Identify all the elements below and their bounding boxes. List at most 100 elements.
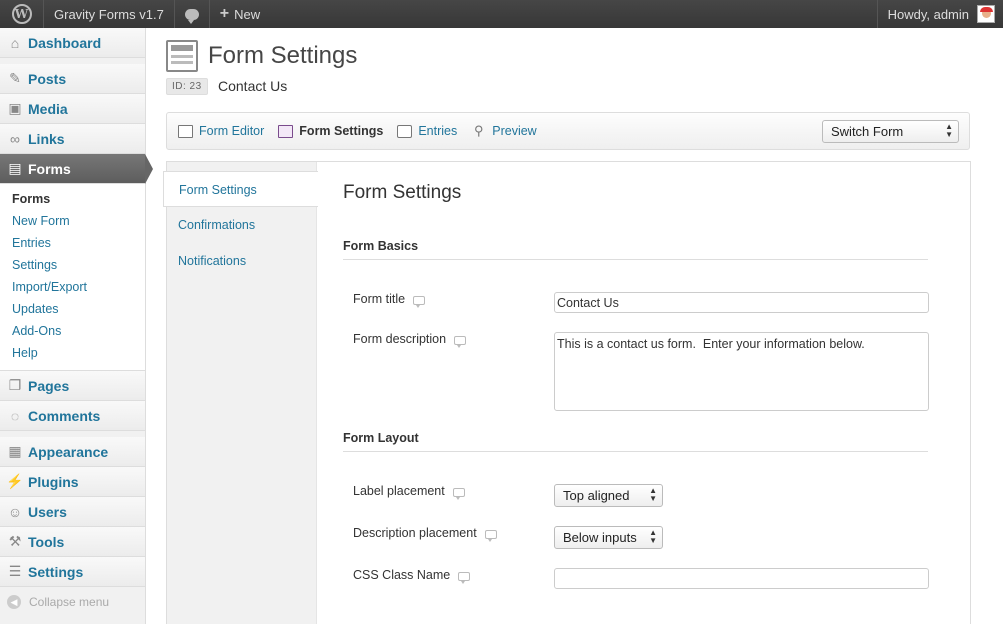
label-placement-row: Label placement Top aligned ▲ ▼ xyxy=(343,484,928,526)
toolbar-label: Entries xyxy=(418,124,458,138)
form-description-label: Form description xyxy=(353,332,467,348)
menu-appearance[interactable]: ▦ Appearance xyxy=(0,437,145,467)
toolbar-entries[interactable]: Entries xyxy=(397,124,457,138)
form-layout-title: Form Layout xyxy=(343,431,928,452)
description-placement-select[interactable]: Below inputs ▲ ▼ xyxy=(554,526,663,549)
menu-tools[interactable]: ⚒ Tools xyxy=(0,527,145,557)
plugins-icon: ⚡ xyxy=(6,473,24,489)
wordpress-icon: W xyxy=(11,4,32,24)
entries-icon xyxy=(397,124,413,138)
forms-icon: ▤ xyxy=(8,160,22,176)
comment-bubble-icon xyxy=(184,8,199,24)
menu-label: Links xyxy=(28,130,65,147)
new-label: New xyxy=(234,6,261,22)
tab-confirmations[interactable]: Confirmations xyxy=(167,207,316,243)
label-placement-select[interactable]: Top aligned ▲ ▼ xyxy=(554,484,663,507)
users-icon: ☺ xyxy=(7,503,23,520)
tooltip-icon[interactable] xyxy=(454,335,467,348)
css-class-row: CSS Class Name xyxy=(343,568,929,608)
pin-icon: ✎ xyxy=(9,70,21,86)
menu-label: Forms xyxy=(28,160,71,177)
label-text: Label placement xyxy=(353,484,445,498)
tab-form-settings[interactable]: Form Settings xyxy=(163,171,318,207)
submenu-help[interactable]: Help xyxy=(0,342,145,364)
select-arrows-icon: ▲ ▼ xyxy=(649,528,657,545)
toolbar-form-editor[interactable]: Form Editor xyxy=(178,124,264,138)
new-content-button[interactable]: + New xyxy=(210,0,270,28)
select-value: Top aligned xyxy=(563,488,630,503)
tooltip-icon[interactable] xyxy=(458,571,471,584)
description-placement-label: Description placement xyxy=(353,526,497,542)
menu-label: Media xyxy=(28,100,68,117)
form-settings-title-icon xyxy=(166,40,198,72)
appearance-icon: ▦ xyxy=(8,443,22,459)
page-title: Form Settings xyxy=(208,42,358,69)
collapse-menu-button[interactable]: ◀ Collapse menu xyxy=(0,587,145,617)
menu-label: Dashboard xyxy=(28,34,102,51)
menu-users[interactable]: ☺ Users xyxy=(0,497,145,527)
form-description-row: Form description This is a contact us fo… xyxy=(343,332,929,431)
menu-label: Posts xyxy=(28,70,67,87)
submenu-forms[interactable]: Forms xyxy=(0,188,145,210)
pages-icon: ❐ xyxy=(8,377,22,393)
tab-notifications[interactable]: Notifications xyxy=(167,243,316,279)
site-name: Gravity Forms v1.7 xyxy=(54,6,164,22)
menu-settings[interactable]: ☰ Settings xyxy=(0,557,145,587)
dashboard-icon: ⌂ xyxy=(10,34,20,51)
toolbar-form-settings[interactable]: Form Settings xyxy=(278,124,383,138)
toolbar-label: Form Editor xyxy=(199,124,265,138)
submenu-updates[interactable]: Updates xyxy=(0,298,145,320)
tooltip-icon[interactable] xyxy=(484,529,497,542)
tooltip-icon[interactable] xyxy=(452,487,465,500)
tooltip-icon[interactable] xyxy=(413,295,426,308)
select-value: Below inputs xyxy=(563,530,637,545)
collapse-arrow-icon: ◀ xyxy=(7,595,21,609)
menu-label: Users xyxy=(28,503,67,520)
plus-icon: + xyxy=(219,5,230,22)
settings-heading: Form Settings xyxy=(343,182,462,203)
menu-pages[interactable]: ❐ Pages xyxy=(0,371,145,401)
switch-form-label: Switch Form xyxy=(831,124,904,139)
form-title-row: Form title xyxy=(343,292,929,332)
submenu-add-ons[interactable]: Add-Ons xyxy=(0,320,145,342)
toolbar-label: Preview xyxy=(492,124,537,138)
submenu-import-export[interactable]: Import/Export xyxy=(0,276,145,298)
howdy-text: Howdy, admin xyxy=(887,6,969,22)
form-description-textarea[interactable]: This is a contact us form. Enter your in… xyxy=(554,332,929,411)
form-title-input[interactable] xyxy=(554,292,929,313)
submenu-new-form[interactable]: New Form xyxy=(0,210,145,232)
menu-label: Comments xyxy=(28,407,101,424)
form-editor-icon xyxy=(178,124,193,138)
account-menu[interactable]: Howdy, admin xyxy=(876,0,1003,28)
label-text: Form title xyxy=(353,292,406,306)
form-settings-icon xyxy=(278,124,294,138)
collapse-label: Collapse menu xyxy=(29,595,110,609)
toolbar-preview[interactable]: ⚲ Preview xyxy=(471,123,537,138)
css-class-input[interactable] xyxy=(554,568,929,589)
menu-label: Pages xyxy=(28,377,70,394)
forms-submenu: Forms New Form Entries Settings Import/E… xyxy=(0,184,145,371)
settings-tabs: Form Settings Confirmations Notification… xyxy=(163,162,318,624)
label-text: Description placement xyxy=(353,526,477,540)
menu-plugins[interactable]: ⚡ Plugins xyxy=(0,467,145,497)
comments-button[interactable] xyxy=(175,0,210,28)
site-name-link[interactable]: Gravity Forms v1.7 xyxy=(44,0,175,28)
menu-comments[interactable]: ◌ Comments xyxy=(0,401,145,431)
admin-sidebar: ⌂ Dashboard ✎ Posts ▣ Media ∞ Links ▤ Forms F… xyxy=(0,28,153,624)
menu-label: Settings xyxy=(28,563,84,580)
magnifier-icon: ⚲ xyxy=(473,123,484,138)
css-class-label: CSS Class Name xyxy=(353,568,471,584)
menu-dashboard[interactable]: ⌂ Dashboard xyxy=(0,28,145,58)
submenu-entries[interactable]: Entries xyxy=(0,232,145,254)
wordpress-logo-button[interactable]: W xyxy=(0,0,44,28)
settings-icon: ☰ xyxy=(8,563,22,579)
menu-media[interactable]: ▣ Media xyxy=(0,94,145,124)
link-icon: ∞ xyxy=(10,130,20,147)
menu-label: Appearance xyxy=(28,443,109,460)
settings-panel: Form Settings Confirmations Notification… xyxy=(163,161,971,624)
menu-forms[interactable]: ▤ Forms xyxy=(0,154,153,184)
menu-links[interactable]: ∞ Links xyxy=(0,124,145,154)
menu-posts[interactable]: ✎ Posts xyxy=(0,64,145,94)
switch-form-select[interactable]: Switch Form ▲ ▼ xyxy=(822,120,959,143)
submenu-settings[interactable]: Settings xyxy=(0,254,145,276)
